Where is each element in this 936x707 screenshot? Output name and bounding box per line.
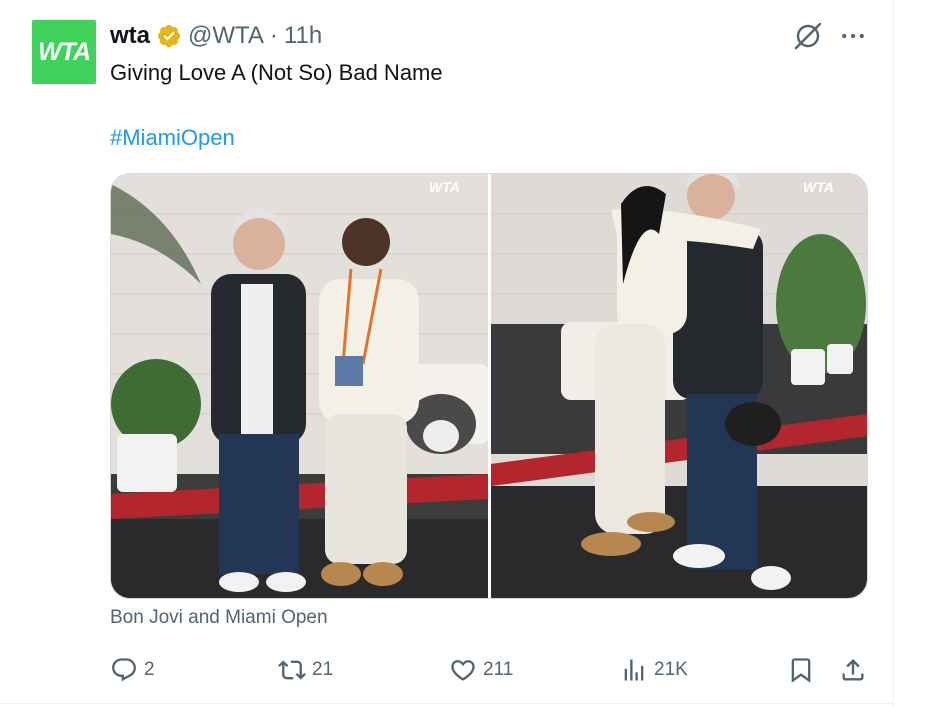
author-name[interactable]: wta — [110, 22, 150, 50]
avatar[interactable]: WTA — [32, 20, 96, 84]
more-icon[interactable] — [838, 22, 868, 50]
bookmark-button[interactable] — [787, 650, 815, 690]
retweet-icon — [278, 660, 306, 680]
like-button[interactable]: 211 — [449, 650, 513, 690]
post-time[interactable]: 11h — [284, 22, 322, 50]
header-separator: · — [269, 22, 278, 49]
views-icon — [624, 659, 644, 681]
media-grid: WTA WTA — [110, 173, 868, 599]
reply-count: 2 — [144, 659, 155, 680]
reply-icon — [112, 658, 136, 682]
tweet-text: Giving Love A (Not So) Bad Name — [110, 60, 443, 85]
share-button[interactable] — [839, 650, 867, 690]
avatar-logo-text: WTA — [37, 37, 91, 66]
watermark-right: WTA — [803, 179, 834, 195]
author-handle[interactable]: @WTA — [188, 22, 264, 50]
photo-left[interactable]: WTA — [111, 174, 488, 598]
retweet-count: 21 — [312, 659, 334, 680]
right-divider — [893, 0, 894, 707]
like-icon — [451, 660, 475, 681]
action-bar: 2 21 211 21K — [0, 650, 893, 690]
share-icon — [842, 659, 864, 681]
photo-right[interactable]: WTA — [490, 174, 867, 598]
like-count: 211 — [483, 659, 514, 680]
media-caption: Bon Jovi and Miami Open — [110, 607, 328, 628]
tweet-header: wta @WTA · 11h — [110, 20, 322, 52]
watermark-left: WTA — [429, 179, 460, 195]
reply-button[interactable]: 2 — [110, 650, 155, 690]
bookmark-icon — [791, 658, 811, 683]
views-count: 21K — [654, 659, 688, 680]
retweet-button[interactable]: 21 — [278, 650, 333, 690]
bottom-divider — [0, 703, 893, 704]
views-button[interactable]: 21K — [620, 650, 688, 690]
grok-icon[interactable] — [792, 20, 824, 52]
verified-badge-icon[interactable] — [156, 23, 182, 49]
hashtag-link[interactable]: #MiamiOpen — [110, 123, 235, 153]
